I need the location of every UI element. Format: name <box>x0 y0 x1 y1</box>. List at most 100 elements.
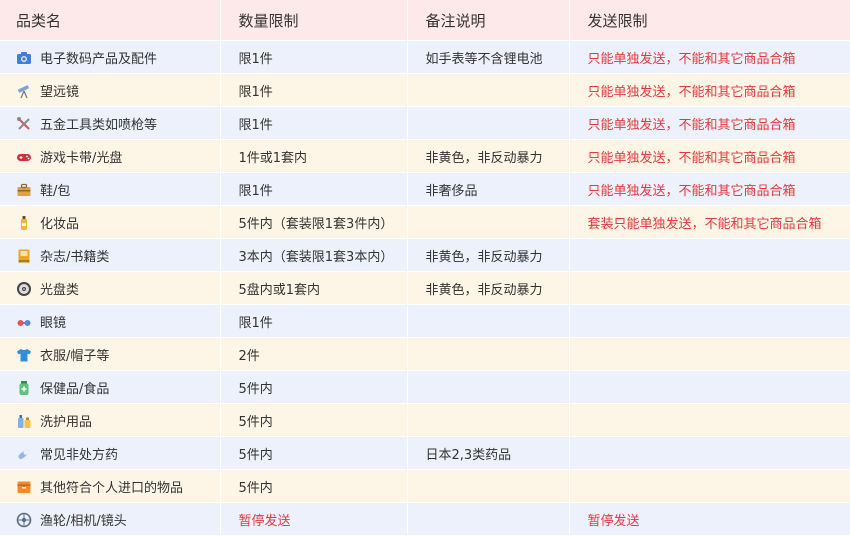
note-cell: 如手表等不含锂电池 <box>407 40 570 74</box>
quantity-limit-cell: 3本内（套装限1套3本内） <box>220 238 408 272</box>
disc-icon <box>16 281 32 297</box>
note-cell: 非黄色，非反动暴力 <box>407 271 570 305</box>
toiletries-icon <box>16 413 32 429</box>
telescope-icon <box>16 83 32 99</box>
reel-icon <box>16 512 32 528</box>
shipping-limit-cell: 只能单独发送，不能和其它商品合箱 <box>569 139 850 173</box>
table-row: 五金工具类如喷枪等 限1件 只能单独发送，不能和其它商品合箱 <box>0 106 850 140</box>
note-cell <box>407 337 570 371</box>
category-name: 保健品/食品 <box>40 381 110 397</box>
table-row: 其他符合个人进口的物品 5件内 <box>0 469 850 503</box>
category-cell: 保健品/食品 <box>0 370 221 404</box>
tools-icon <box>16 116 32 132</box>
quantity-limit-cell: 5件内 <box>220 403 408 437</box>
table-row: 鞋/包 限1件 非奢侈品 只能单独发送，不能和其它商品合箱 <box>0 172 850 206</box>
shipping-limit-cell <box>569 337 850 371</box>
table-row: 常见非处方药 5件内 日本2,3类药品 <box>0 436 850 470</box>
shipping-limit-cell <box>569 403 850 437</box>
category-name: 洗护用品 <box>40 414 93 430</box>
header-shipping-limit: 发送限制 <box>569 0 850 41</box>
note-cell <box>407 370 570 404</box>
quantity-limit-cell: 暂停发送 <box>220 502 408 536</box>
quantity-limit-cell: 5件内（套装限1套3件内） <box>220 205 408 239</box>
shipping-limit-cell: 只能单独发送，不能和其它商品合箱 <box>569 40 850 74</box>
shipping-limit-cell: 只能单独发送，不能和其它商品合箱 <box>569 172 850 206</box>
quantity-limit-cell: 5件内 <box>220 436 408 470</box>
quantity-limit-cell: 限1件 <box>220 73 408 107</box>
quantity-limit-cell: 2件 <box>220 337 408 371</box>
category-name: 眼镜 <box>40 315 67 331</box>
category-cell: 杂志/书籍类 <box>0 238 221 272</box>
shipping-limit-cell: 暂停发送 <box>569 502 850 536</box>
glasses-icon <box>16 314 32 330</box>
restrictions-table: 品类名 数量限制 备注说明 发送限制 电子数码产品及配件 限1件 如手表等不含锂电池… <box>0 0 850 536</box>
category-name: 衣服/帽子等 <box>40 348 110 364</box>
category-name: 游戏卡带/光盘 <box>40 150 123 166</box>
table-row: 眼镜 限1件 <box>0 304 850 338</box>
note-cell <box>407 403 570 437</box>
note-cell <box>407 304 570 338</box>
category-name: 化妆品 <box>40 216 80 232</box>
table-row: 化妆品 5件内（套装限1套3件内） 套装只能单独发送，不能和其它商品合箱 <box>0 205 850 239</box>
quantity-limit-cell: 5件内 <box>220 469 408 503</box>
book-icon <box>16 248 32 264</box>
quantity-limit-cell: 限1件 <box>220 40 408 74</box>
quantity-limit-cell: 5盘内或1套内 <box>220 271 408 305</box>
shipping-limit-cell: 套装只能单独发送，不能和其它商品合箱 <box>569 205 850 239</box>
shipping-limit-cell <box>569 238 850 272</box>
note-cell <box>407 502 570 536</box>
header-category: 品类名 <box>0 0 221 41</box>
cosmetics-bottle-icon <box>16 215 32 231</box>
quantity-limit-cell: 1件或1套内 <box>220 139 408 173</box>
shipping-limit-cell: 只能单独发送，不能和其它商品合箱 <box>569 106 850 140</box>
note-cell: 非黄色，非反动暴力 <box>407 139 570 173</box>
category-cell: 电子数码产品及配件 <box>0 40 221 74</box>
table-row: 衣服/帽子等 2件 <box>0 337 850 371</box>
table-row: 渔轮/相机/镜头 暂停发送 暂停发送 <box>0 502 850 536</box>
category-name: 鞋/包 <box>40 183 71 199</box>
category-name: 渔轮/相机/镜头 <box>40 513 127 529</box>
category-name: 望远镜 <box>40 84 80 100</box>
category-cell: 光盘类 <box>0 271 221 305</box>
note-cell <box>407 73 570 107</box>
category-cell: 渔轮/相机/镜头 <box>0 502 221 536</box>
pill-icon <box>16 446 32 462</box>
category-name: 其他符合个人进口的物品 <box>40 480 184 496</box>
camera-icon <box>16 50 32 66</box>
category-cell: 五金工具类如喷枪等 <box>0 106 221 140</box>
shipping-limit-cell <box>569 436 850 470</box>
shipping-limit-cell <box>569 271 850 305</box>
quantity-limit-cell: 5件内 <box>220 370 408 404</box>
category-cell: 眼镜 <box>0 304 221 338</box>
box-icon <box>16 479 32 495</box>
category-cell: 化妆品 <box>0 205 221 239</box>
category-cell: 鞋/包 <box>0 172 221 206</box>
health-food-icon <box>16 380 32 396</box>
quantity-limit-cell: 限1件 <box>220 106 408 140</box>
shipping-limit-cell <box>569 469 850 503</box>
table-row: 电子数码产品及配件 限1件 如手表等不含锂电池 只能单独发送，不能和其它商品合箱 <box>0 40 850 74</box>
category-cell: 其他符合个人进口的物品 <box>0 469 221 503</box>
category-name: 常见非处方药 <box>40 447 119 463</box>
note-cell: 非奢侈品 <box>407 172 570 206</box>
quantity-limit-cell: 限1件 <box>220 304 408 338</box>
note-cell <box>407 469 570 503</box>
category-name: 五金工具类如喷枪等 <box>40 117 158 133</box>
shipping-limit-cell: 只能单独发送，不能和其它商品合箱 <box>569 73 850 107</box>
note-cell <box>407 205 570 239</box>
category-name: 电子数码产品及配件 <box>40 51 158 67</box>
table-row: 保健品/食品 5件内 <box>0 370 850 404</box>
category-cell: 望远镜 <box>0 73 221 107</box>
category-cell: 衣服/帽子等 <box>0 337 221 371</box>
table-header-row: 品类名 数量限制 备注说明 发送限制 <box>0 0 850 41</box>
shipping-limit-cell <box>569 370 850 404</box>
shipping-limit-cell <box>569 304 850 338</box>
table-row: 光盘类 5盘内或1套内 非黄色，非反动暴力 <box>0 271 850 305</box>
category-name: 光盘类 <box>40 282 80 298</box>
table-row: 洗护用品 5件内 <box>0 403 850 437</box>
bag-icon <box>16 182 32 198</box>
quantity-limit-cell: 限1件 <box>220 172 408 206</box>
note-cell: 非黄色，非反动暴力 <box>407 238 570 272</box>
tshirt-icon <box>16 347 32 363</box>
gamepad-icon <box>16 149 32 165</box>
